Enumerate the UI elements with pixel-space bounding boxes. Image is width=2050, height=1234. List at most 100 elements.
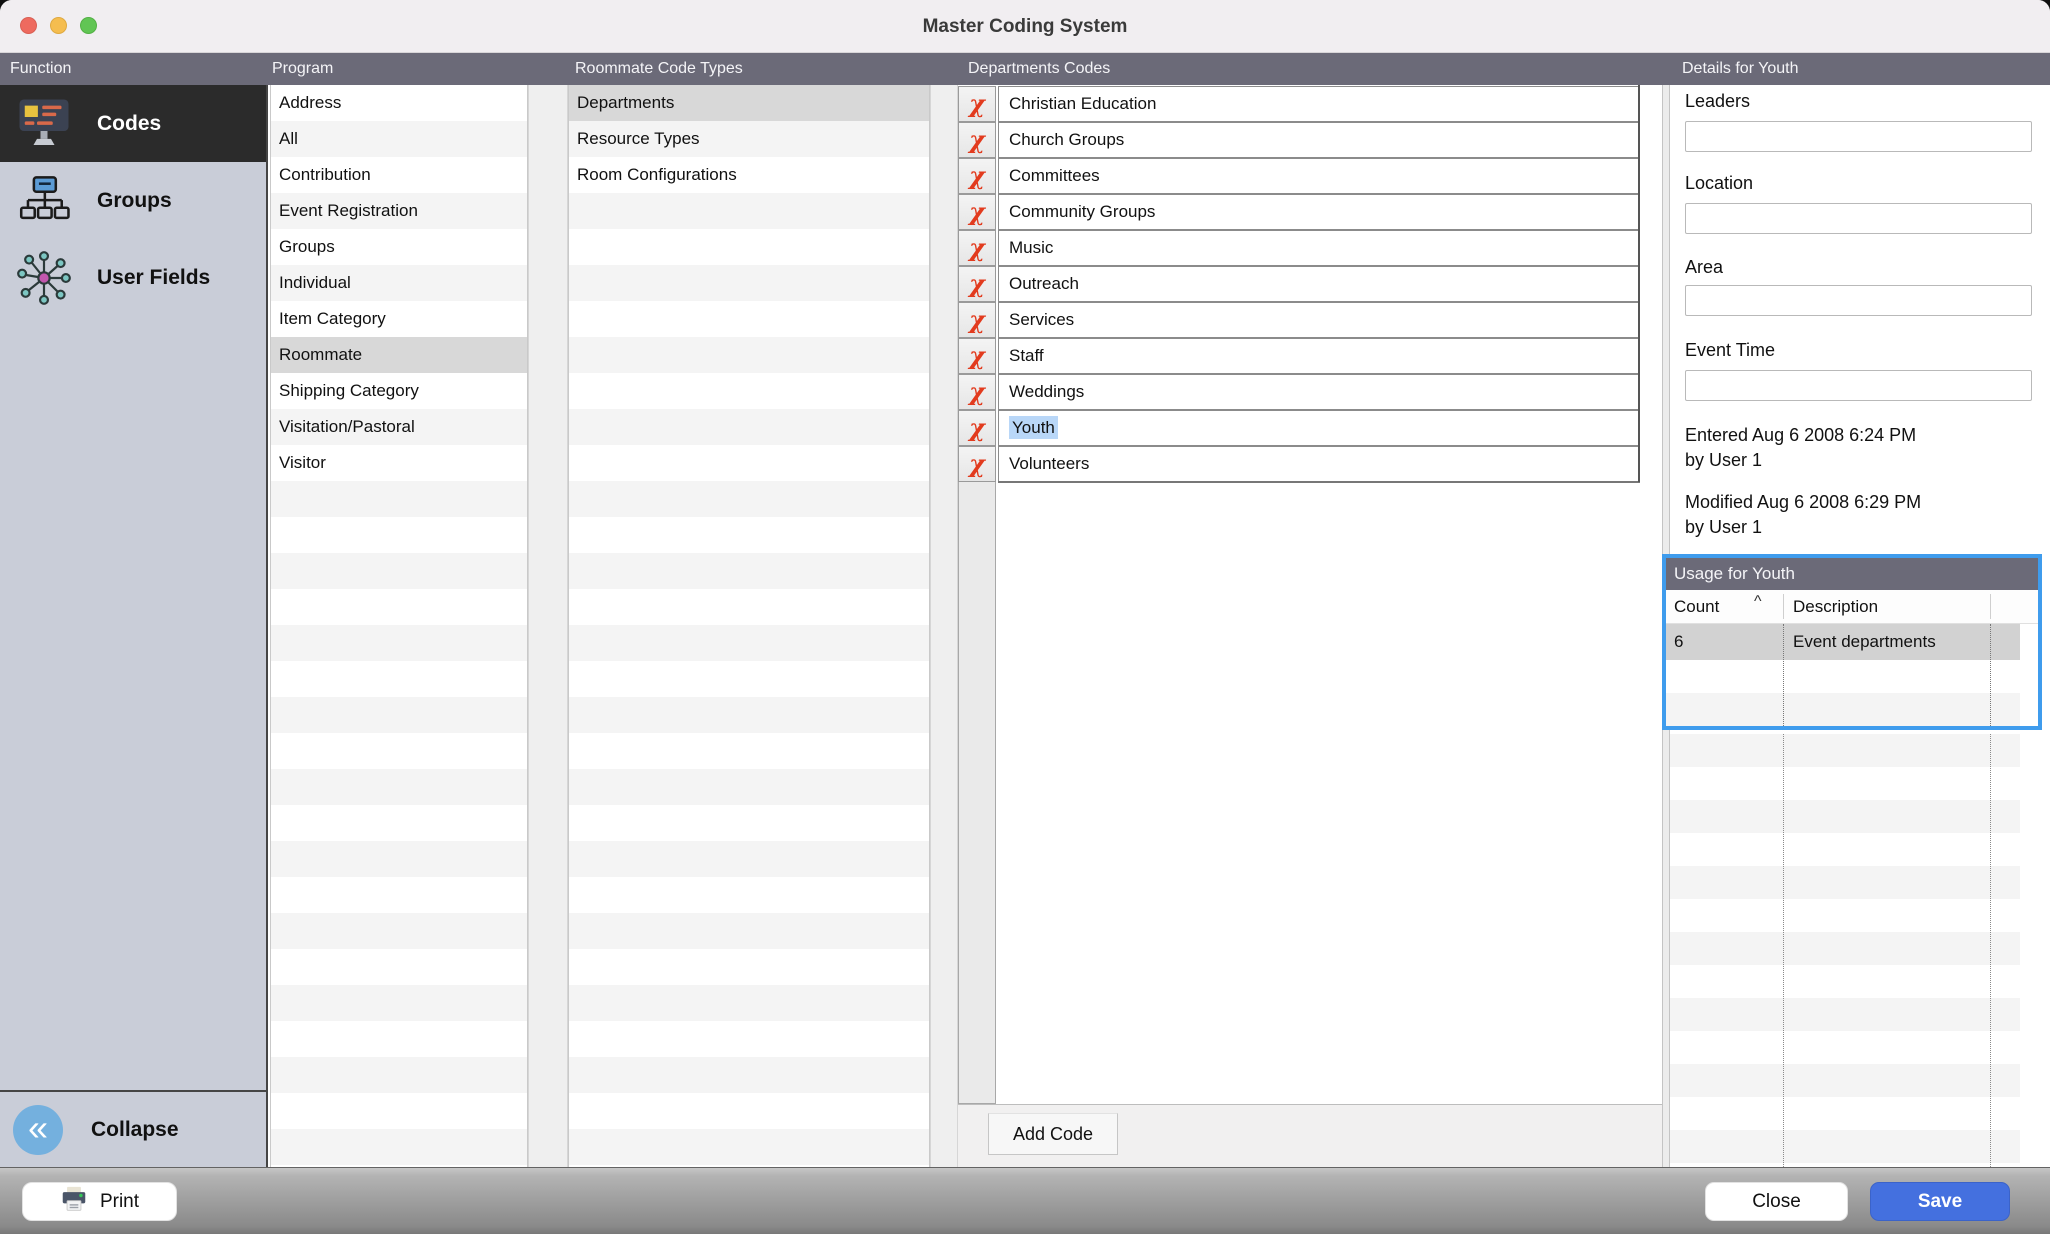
code-text: Weddings (1009, 382, 1085, 401)
entered-line2: by User 1 (1685, 450, 1763, 470)
save-button[interactable]: Save (1870, 1182, 2010, 1221)
app-window: Master Coding System Function Program Ro… (0, 0, 2050, 1234)
delete-code-button[interactable]: χ (958, 158, 996, 194)
empty-row (1666, 660, 2020, 693)
printer-icon (60, 1186, 88, 1218)
empty-rows (569, 193, 929, 1167)
code-field[interactable]: Outreach (998, 266, 1640, 302)
list-item-selected[interactable]: Departments (569, 85, 929, 121)
close-button[interactable]: Close (1705, 1182, 1848, 1221)
dotted-column-line (1990, 734, 1991, 1167)
sidebar-item-codes[interactable]: Codes (0, 85, 266, 162)
program-list: Address All Contribution Event Registrat… (270, 85, 528, 1167)
leaders-input[interactable] (1685, 121, 2032, 152)
add-code-strip: Add Code (958, 1104, 1662, 1167)
description-column-header[interactable]: Description (1793, 590, 1878, 624)
code-field-selected[interactable]: Youth (998, 410, 1640, 446)
column-gutter (930, 85, 958, 1167)
header-function: Function (10, 60, 72, 77)
code-field[interactable]: Weddings (998, 374, 1640, 410)
list-item[interactable]: Contribution (271, 157, 527, 193)
delete-code-button[interactable]: χ (958, 410, 996, 446)
dotted-column-line (1990, 624, 1991, 726)
delete-code-button[interactable]: χ (958, 194, 996, 230)
dotted-column-line (1783, 624, 1784, 726)
column-header-bar: Function Program Roommate Code Types Dep… (0, 53, 2050, 85)
delete-x-icon: χ (969, 89, 985, 118)
delete-code-button[interactable]: χ (958, 374, 996, 410)
collapse-button[interactable]: « Collapse (0, 1090, 268, 1167)
usage-row[interactable]: 6 Event departments (1666, 624, 2020, 660)
list-item-selected[interactable]: Roommate (271, 337, 527, 373)
usage-count-cell: 6 (1674, 632, 1684, 651)
code-field[interactable]: Committees (998, 158, 1640, 194)
list-item[interactable]: Item Category (271, 301, 527, 337)
delete-code-button[interactable]: χ (958, 302, 996, 338)
code-text: Volunteers (1009, 454, 1090, 473)
area-input[interactable] (1685, 285, 2032, 316)
column-separator (1783, 594, 1784, 619)
list-item[interactable]: Address (271, 85, 527, 121)
delete-x-icon: χ (969, 161, 985, 190)
header-program: Program (272, 60, 334, 77)
list-right-border (1638, 85, 1640, 482)
delete-code-button[interactable]: χ (958, 266, 996, 302)
main-body: Codes Groups User Fields « Collapse Addr… (0, 85, 2050, 1167)
list-item[interactable]: Room Configurations (569, 157, 929, 193)
code-field[interactable]: Services (998, 302, 1640, 338)
delete-code-button[interactable]: χ (958, 230, 996, 266)
delete-code-button[interactable]: χ (958, 86, 996, 122)
delete-code-button[interactable]: χ (958, 122, 996, 158)
code-row: χ Community Groups (958, 194, 1662, 230)
empty-row (1666, 693, 2020, 726)
list-item[interactable]: Visitation/Pastoral (271, 409, 527, 445)
code-field[interactable]: Community Groups (998, 194, 1640, 230)
print-button[interactable]: Print (22, 1182, 177, 1221)
list-item[interactable]: Visitor (271, 445, 527, 481)
location-input[interactable] (1685, 203, 2032, 234)
usage-body: 6 Event departments (1666, 624, 2038, 726)
list-item[interactable]: Resource Types (569, 121, 929, 157)
modified-line2: by User 1 (1685, 517, 1763, 537)
user-fields-network-icon (13, 249, 75, 307)
area-label: Area (1685, 257, 1724, 277)
leaders-label: Leaders (1685, 91, 1751, 111)
list-item[interactable]: Individual (271, 265, 527, 301)
entered-timestamp: Entered Aug 6 2008 6:24 PM by User 1 (1685, 423, 1916, 473)
location-label: Location (1685, 173, 1754, 193)
code-field[interactable]: Volunteers (998, 446, 1640, 482)
delete-code-button[interactable]: χ (958, 446, 996, 482)
sidebar-item-user-fields[interactable]: User Fields (0, 239, 266, 316)
sidebar-item-groups[interactable]: Groups (0, 162, 266, 239)
code-field[interactable]: Church Groups (998, 122, 1640, 158)
sort-ascending-icon: ^ (1754, 593, 1762, 610)
list-item[interactable]: All (271, 121, 527, 157)
delete-x-icon: χ (969, 413, 985, 442)
list-bottom-border (998, 481, 1640, 483)
list-item[interactable]: Groups (271, 229, 527, 265)
code-row: χ Christian Education (958, 86, 1662, 122)
code-text: Music (1009, 238, 1054, 257)
delete-column-track (958, 482, 996, 1104)
list-item[interactable]: Event Registration (271, 193, 527, 229)
add-code-button[interactable]: Add Code (988, 1113, 1118, 1155)
dotted-column-line (1783, 734, 1784, 1167)
header-roommate-code-types: Roommate Code Types (575, 60, 743, 77)
function-sidebar: Codes Groups User Fields « Collapse (0, 85, 268, 1167)
usage-description-cell: Event departments (1793, 632, 1936, 651)
sidebar-item-label: Groups (97, 188, 172, 212)
delete-x-icon: χ (969, 449, 985, 478)
details-empty-rows (1670, 734, 2020, 1167)
modified-timestamp: Modified Aug 6 2008 6:29 PM by User 1 (1685, 490, 1921, 540)
code-field[interactable]: Music (998, 230, 1640, 266)
code-field[interactable]: Staff (998, 338, 1640, 374)
code-row: χ Staff (958, 338, 1662, 374)
count-column-header[interactable]: Count (1674, 590, 1719, 624)
code-field[interactable]: Christian Education (998, 86, 1640, 122)
delete-code-button[interactable]: χ (958, 338, 996, 374)
delete-x-icon: χ (969, 125, 985, 154)
table-scroll-gutter[interactable] (2020, 624, 2038, 726)
event-time-input[interactable] (1685, 370, 2032, 401)
usage-header-row: Count ^ Description (1666, 590, 2038, 624)
list-item[interactable]: Shipping Category (271, 373, 527, 409)
